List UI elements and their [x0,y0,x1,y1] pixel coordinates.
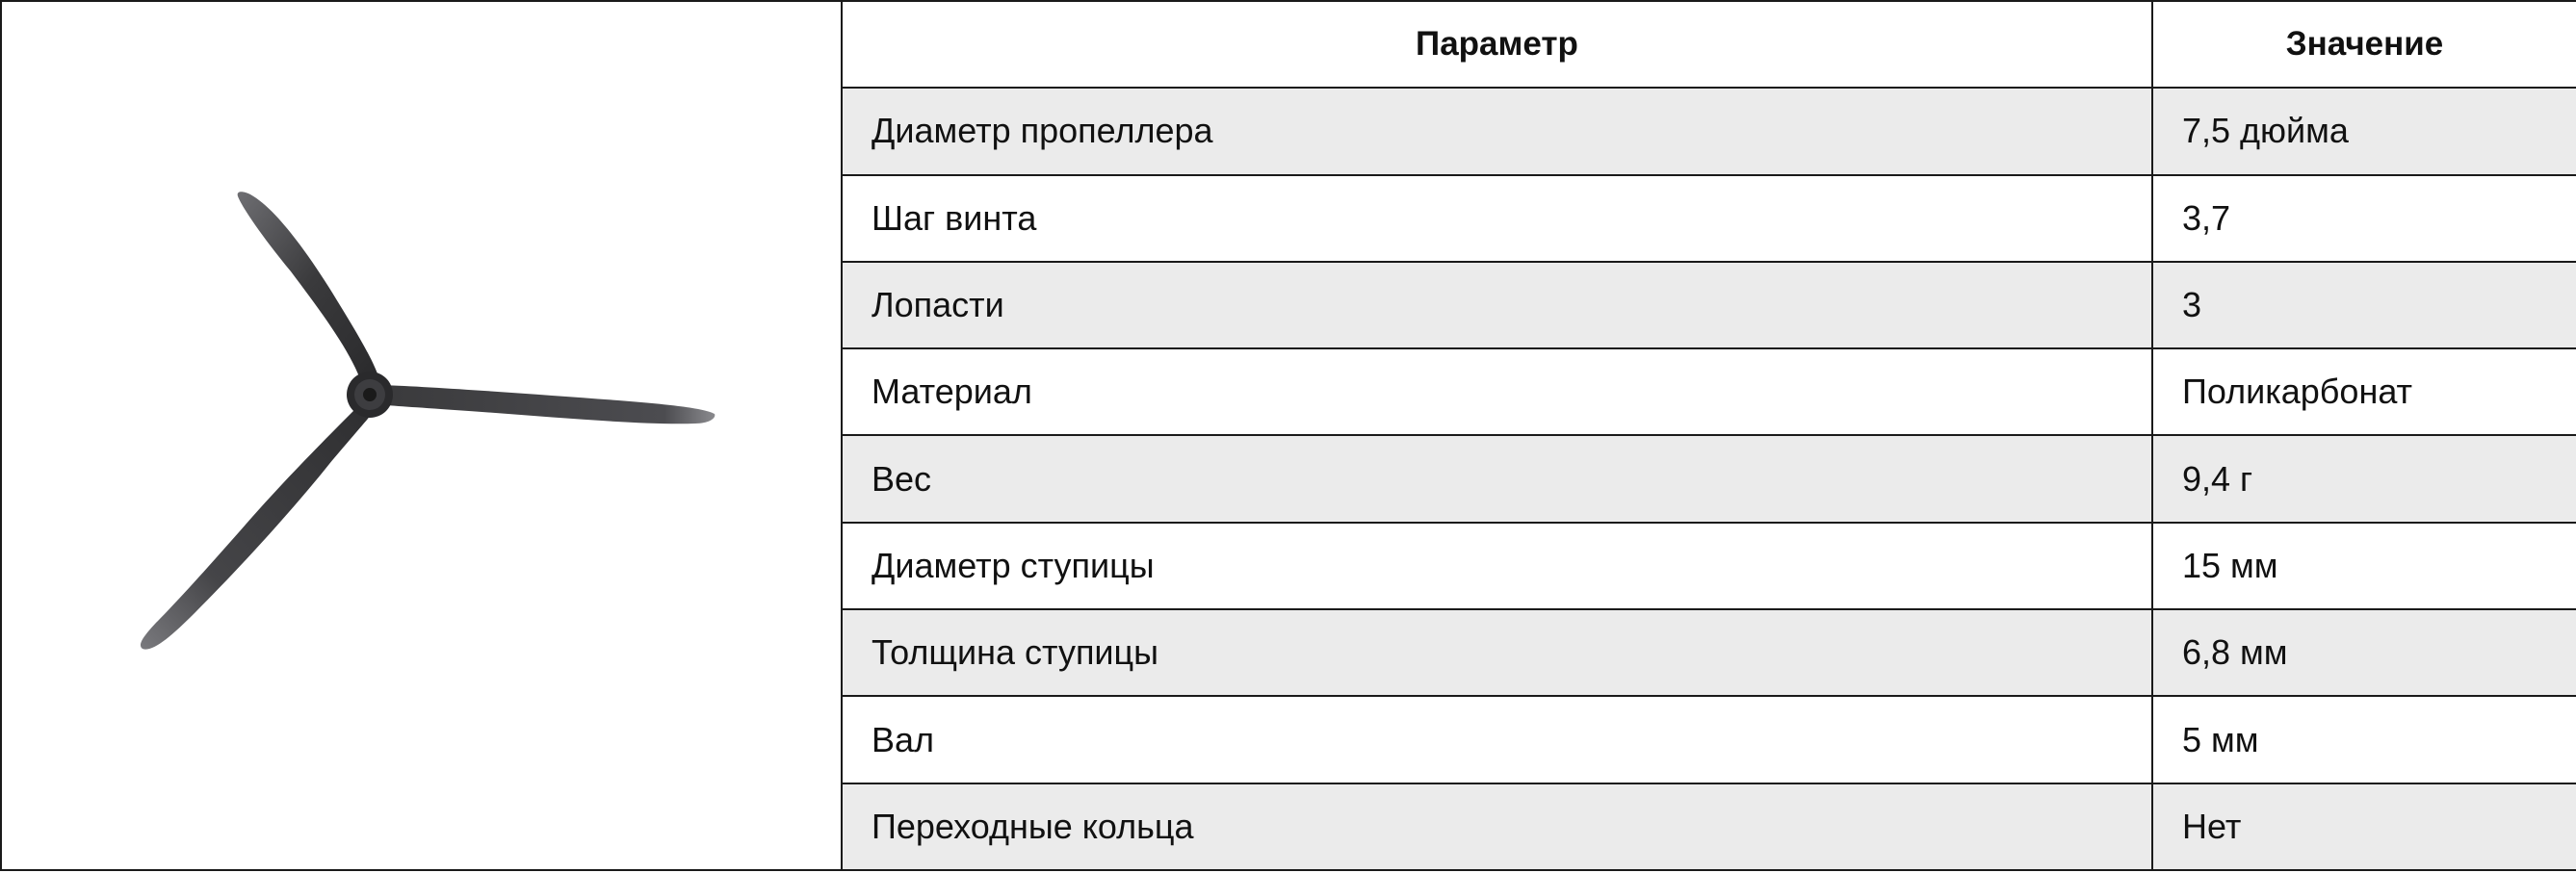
table-header-row: Параметр Значение [0,0,2576,871]
value-cell: 7,5 дюйма [2151,87,2576,176]
value-cell: 15 мм [2151,521,2576,611]
propeller-shaft-hole [363,388,377,401]
param-cell: Переходные кольца [841,782,2153,872]
propeller-blade-lower [140,404,379,650]
param-cell: Вес [841,434,2153,524]
param-cell: Толщина ступицы [841,608,2153,698]
param-cell: Шаг винта [841,173,2153,263]
param-cell: Диаметр ступицы [841,521,2153,611]
value-cell: 6,8 мм [2151,608,2576,698]
propeller-blade-right [379,385,716,424]
value-cell: 3 [2151,260,2576,350]
value-cell: 9,4 г [2151,434,2576,524]
value-cell: Нет [2151,782,2576,872]
value-cell: 3,7 [2151,173,2576,263]
value-cell: 5 мм [2151,695,2576,784]
param-cell: Вал [841,695,2153,784]
value-cell: Поликарбонат [2151,347,2576,437]
spec-sheet: Параметр Значение Диаметр пропеллера 7,5… [0,0,2576,872]
param-cell: Диаметр пропеллера [841,87,2153,176]
column-header-value: Значение [2151,0,2576,90]
product-image-cell [0,0,843,871]
param-cell: Лопасти [841,260,2153,350]
param-cell: Материал [841,347,2153,437]
propeller-blade-upper [237,192,379,379]
column-header-param: Параметр [841,0,2153,90]
spec-table: Параметр Значение Диаметр пропеллера 7,5… [0,0,2576,872]
propeller-image [140,192,716,650]
